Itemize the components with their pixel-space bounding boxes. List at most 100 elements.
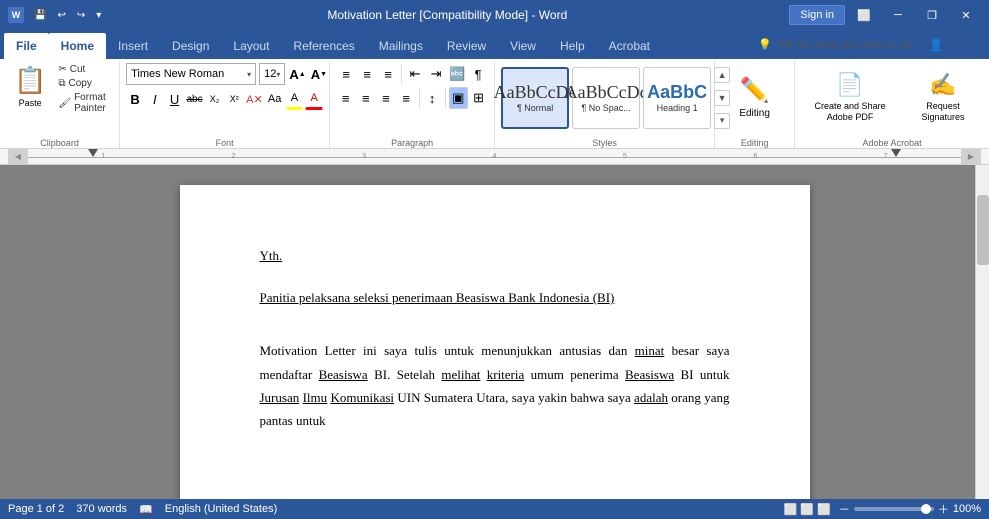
style-heading1[interactable]: AaBbC Heading 1 xyxy=(643,67,711,129)
title-bar-right: Sign in ⬜ ─ ❐ ✕ xyxy=(789,0,981,30)
title-bar: W 💾 ↩ ↪ ▾ Motivation Letter [Compatibili… xyxy=(0,0,989,30)
font-color-button[interactable]: A xyxy=(305,88,323,110)
style-normal[interactable]: AaBbCcDc ¶ Normal xyxy=(501,67,569,129)
create-share-label: Create and Share Adobe PDF xyxy=(809,101,891,123)
tab-references[interactable]: References xyxy=(281,33,366,59)
doc-line-motivation: Motivation Letter ini saya tulis untuk m… xyxy=(260,339,730,433)
italic-button[interactable]: I xyxy=(146,88,164,110)
word-count: 370 words xyxy=(76,503,127,515)
tell-me-bar[interactable]: 💡 Tell me what you want to do xyxy=(749,34,920,55)
tab-mailings[interactable]: Mailings xyxy=(367,33,435,59)
style-heading1-preview: AaBbC xyxy=(647,82,707,103)
customize-qa-btn[interactable]: ▾ xyxy=(92,8,105,23)
bullets-button[interactable]: ≡ xyxy=(336,63,356,85)
sort-button[interactable]: 🔤 xyxy=(447,63,467,85)
window-title: Motivation Letter [Compatibility Mode] -… xyxy=(105,8,789,22)
copy-button[interactable]: ⧉ Copy xyxy=(54,77,113,90)
font-label: Font xyxy=(120,138,329,148)
ribbon-display-btn[interactable]: ⬜ xyxy=(849,0,879,30)
show-hide-button[interactable]: ¶ xyxy=(468,63,488,85)
line-spacing-button[interactable]: ↕ xyxy=(423,87,442,109)
share-label: Share xyxy=(948,38,981,52)
language: English (United States) xyxy=(165,503,278,515)
align-left-button[interactable]: ≡ xyxy=(336,87,355,109)
tab-home[interactable]: Home xyxy=(49,33,106,59)
cut-button[interactable]: ✂ Cut xyxy=(54,63,113,76)
undo-btn[interactable]: ↩ xyxy=(53,8,69,23)
style-no-spacing-label: ¶ No Spac... xyxy=(581,103,630,113)
status-bar: Page 1 of 2 370 words 📖 English (United … xyxy=(0,499,989,519)
zoom-out-icon[interactable]: － xyxy=(839,501,850,517)
tab-view[interactable]: View xyxy=(498,33,548,59)
increase-indent-button[interactable]: ⇥ xyxy=(426,63,446,85)
request-sig-label: Request Signatures xyxy=(911,101,975,123)
scissors-icon: ✂ xyxy=(58,64,66,75)
style-no-spacing[interactable]: AaBbCcDc ¶ No Spac... xyxy=(572,67,640,129)
status-left: Page 1 of 2 370 words 📖 English (United … xyxy=(8,503,277,516)
restore-btn[interactable]: ❐ xyxy=(917,0,947,30)
align-right-button[interactable]: ≡ xyxy=(376,87,395,109)
close-btn[interactable]: ✕ xyxy=(951,0,981,30)
font-name-selector[interactable]: Times New Roman ▾ xyxy=(126,63,256,85)
zoom-slider[interactable] xyxy=(854,507,934,511)
tab-design[interactable]: Design xyxy=(160,33,221,59)
minimize-btn[interactable]: ─ xyxy=(883,0,913,30)
bold-button[interactable]: B xyxy=(126,88,144,110)
share-button[interactable]: 👤 Share xyxy=(929,38,981,52)
editing-group-label: Editing xyxy=(715,138,794,148)
underline-button[interactable]: U xyxy=(166,88,184,110)
tab-acrobat[interactable]: Acrobat xyxy=(597,33,662,59)
editing-button[interactable]: ✏️ Editing xyxy=(731,72,778,123)
lightbulb-icon: 💡 xyxy=(758,38,772,51)
create-share-pdf-button[interactable]: 📄 Create and Share Adobe PDF xyxy=(801,68,899,127)
tab-help[interactable]: Help xyxy=(548,33,597,59)
borders-button[interactable]: ⊞ xyxy=(469,87,488,109)
editing-label: Editing xyxy=(739,108,770,119)
zoom-controls[interactable]: － ＋ 100% xyxy=(839,501,981,517)
paste-button[interactable]: 📋 Paste xyxy=(6,63,54,110)
spell-check-icon: 📖 xyxy=(139,503,153,516)
align-center-button[interactable]: ≡ xyxy=(356,87,375,109)
clear-format-button[interactable]: A✕ xyxy=(245,88,264,110)
tab-file[interactable]: File xyxy=(4,33,49,59)
shrink-font-button[interactable]: A▼ xyxy=(310,63,328,85)
scrollbar-thumb[interactable] xyxy=(977,195,989,265)
redo-btn[interactable]: ↪ xyxy=(73,8,89,23)
format-painter-button[interactable]: 🖌 Format Painter xyxy=(54,91,113,115)
view-mode-icons: ⬜ ⬜ ⬜ xyxy=(784,503,831,516)
tab-layout[interactable]: Layout xyxy=(221,33,281,59)
highlight-button[interactable]: A xyxy=(286,88,304,110)
paste-icon: 📋 xyxy=(14,65,46,96)
tab-review[interactable]: Review xyxy=(435,33,498,59)
styles-label: Styles xyxy=(495,138,714,148)
multilevel-button[interactable]: ≡ xyxy=(378,63,398,85)
copy-label: Copy xyxy=(69,78,92,89)
save-quick-btn[interactable]: 💾 xyxy=(30,8,50,23)
chevron-down-icon: ▾ xyxy=(276,70,280,79)
request-sig-icon: ✍️ xyxy=(929,72,956,98)
change-case-button[interactable]: Aa xyxy=(266,88,284,110)
document-page[interactable]: Yth. Panitia pelaksana seleksi penerimaa… xyxy=(180,185,810,499)
style-heading1-label: Heading 1 xyxy=(657,103,698,113)
tab-insert[interactable]: Insert xyxy=(106,33,160,59)
strikethrough-button[interactable]: abc xyxy=(185,88,203,110)
superscript-button[interactable]: X² xyxy=(225,88,243,110)
font-group: Times New Roman ▾ 12 ▾ A▲ A▼ B I U abc X… xyxy=(120,61,330,148)
justify-button[interactable]: ≡ xyxy=(397,87,416,109)
copy-icon: ⧉ xyxy=(58,78,65,89)
adobe-label: Adobe Acrobat xyxy=(795,138,989,148)
vertical-scrollbar[interactable] xyxy=(975,165,989,499)
adobe-group: 📄 Create and Share Adobe PDF ✍️ Request … xyxy=(795,61,989,148)
numbering-button[interactable]: ≡ xyxy=(357,63,377,85)
font-size-selector[interactable]: 12 ▾ xyxy=(259,63,285,85)
zoom-in-icon[interactable]: ＋ xyxy=(938,501,949,517)
grow-font-button[interactable]: A▲ xyxy=(288,63,306,85)
subscript-button[interactable]: X₂ xyxy=(206,88,224,110)
request-signatures-button[interactable]: ✍️ Request Signatures xyxy=(903,68,983,127)
sign-in-button[interactable]: Sign in xyxy=(789,5,845,25)
page-count: Page 1 of 2 xyxy=(8,503,64,515)
word-icon: W xyxy=(8,7,24,23)
shading-button[interactable]: ▣ xyxy=(449,87,468,109)
font-name-value: Times New Roman xyxy=(131,68,224,80)
decrease-indent-button[interactable]: ⇤ xyxy=(405,63,425,85)
